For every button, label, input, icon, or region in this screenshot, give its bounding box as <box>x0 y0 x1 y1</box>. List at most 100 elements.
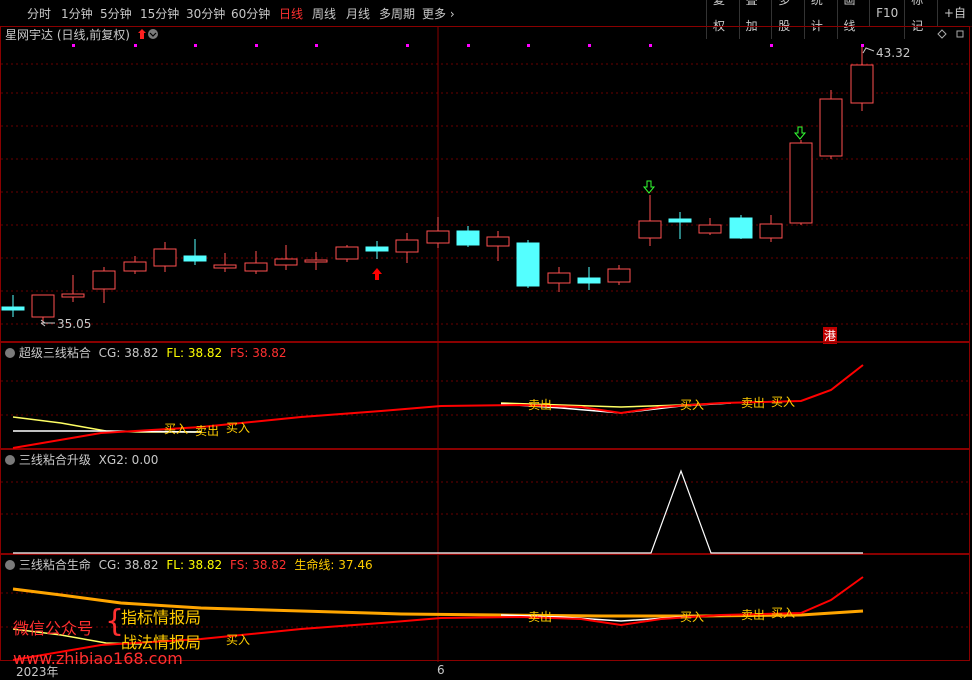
period-toolbar: 分时 1分钟 5分钟 15分钟 30分钟 60分钟 日线 周线 月线 多周期 更… <box>0 0 972 39</box>
pane1-name: 超级三线粘合 <box>18 346 91 360</box>
f10-button[interactable]: F10 <box>869 0 904 26</box>
signal-dot <box>406 44 409 47</box>
period-tab-weekly[interactable]: 周线 <box>312 5 336 22</box>
pane2-name: 三线粘合升级 <box>18 453 91 467</box>
pane1-header: 超级三线粘合 CG: 38.82 FL: 38.82 FS: 38.82 <box>5 344 287 361</box>
high-marker <box>862 47 875 54</box>
candle-body <box>183 255 207 262</box>
candle-body <box>819 98 843 157</box>
maximize-icon[interactable] <box>956 30 964 38</box>
chevron-down-icon[interactable] <box>5 348 15 358</box>
candle-body <box>850 64 874 104</box>
signal-dot <box>861 44 864 47</box>
signal-buy: 买入 <box>680 610 705 624</box>
chevron-down-icon[interactable] <box>5 560 15 570</box>
axis-month-label: 6 <box>437 663 445 677</box>
candle-body <box>304 259 328 263</box>
candle-body <box>789 142 813 224</box>
pane3-fl: FL: 38.82 <box>166 558 223 572</box>
pane3-name: 三线粘合生命 <box>18 558 91 572</box>
down-arrow-icon <box>793 126 807 140</box>
signal-dot <box>467 44 470 47</box>
kline-pane[interactable]: 星网宇达 (日线,前复权) 43.32 35.05 港 <box>0 26 971 344</box>
signal-sell: 卖出 <box>195 424 220 438</box>
candle-body <box>213 264 237 269</box>
chevron-down-icon[interactable] <box>5 455 15 465</box>
pane1-cg: CG: 38.82 <box>98 346 159 360</box>
candle-body <box>61 293 85 298</box>
signal-sell: 卖出 <box>741 396 766 410</box>
pane1-fs: FS: 38.82 <box>230 346 287 360</box>
diamond-icon[interactable] <box>937 29 947 39</box>
up-arrow-icon <box>372 268 382 280</box>
pane3-header: 三线粘合生命 CG: 38.82 FL: 38.82 FS: 38.82 生命线… <box>5 556 373 573</box>
signal-buy: 买入 <box>226 421 251 435</box>
pane2-xg2: XG2: 0.00 <box>98 453 159 467</box>
candle-body <box>516 242 540 287</box>
high-price-label: 43.32 <box>876 46 911 60</box>
signal-sell: 卖出 <box>528 610 553 624</box>
signal-dot <box>770 44 773 47</box>
candle-body <box>365 246 389 252</box>
candle-body <box>729 217 753 239</box>
period-tab-15min[interactable]: 15分钟 <box>140 5 179 22</box>
period-tab-intraday[interactable]: 分时 <box>27 5 51 22</box>
candle-body <box>123 261 147 272</box>
candle-body <box>92 270 116 290</box>
low-price-label: 35.05 <box>57 317 92 331</box>
signal-dot <box>527 44 530 47</box>
period-tab-monthly[interactable]: 月线 <box>346 5 370 22</box>
candle-body <box>607 268 631 283</box>
signal-dot <box>649 44 652 47</box>
signal-dot <box>72 44 75 47</box>
axis-year-label: 2023年 <box>16 665 59 679</box>
candle-body <box>426 230 450 244</box>
period-tab-1min[interactable]: 1分钟 <box>61 5 93 22</box>
watermark-line1: 指标情报局 <box>121 608 202 627</box>
period-tab-daily[interactable]: 日线 <box>279 5 303 22</box>
watermark-wechat: 微信公众号 <box>13 619 94 638</box>
candle-body <box>1 306 25 311</box>
signal-dots <box>72 44 864 47</box>
stock-title: 星网宇达 (日线,前复权) <box>5 28 130 42</box>
add-watchlist-button[interactable]: +自 <box>936 0 972 26</box>
pane3-cg: CG: 38.82 <box>98 558 159 572</box>
indicator-pane-upgrade[interactable]: 三线粘合升级 XG2: 0.00 <box>0 449 971 555</box>
period-tab-30min[interactable]: 30分钟 <box>186 5 225 22</box>
up-arrow-icon <box>138 29 146 39</box>
candle-body <box>153 248 177 267</box>
signal-buy: 买入 <box>771 395 796 409</box>
period-tab-more[interactable]: 更多 › <box>422 5 455 22</box>
candle-body <box>547 272 571 284</box>
signal-dot <box>315 44 318 47</box>
candle-body <box>698 224 722 234</box>
candle-body <box>486 236 510 247</box>
candle-body <box>456 230 480 246</box>
pane1-fl: FL: 38.82 <box>166 346 223 360</box>
signal-buy: 买入 <box>771 606 796 620</box>
indicator-pane-superglue[interactable]: 超级三线粘合 CG: 38.82 FL: 38.82 FS: 38.82 买入 … <box>0 342 971 450</box>
candle-body <box>759 223 783 239</box>
down-arrow-icon <box>642 180 656 194</box>
pane2-header: 三线粘合升级 XG2: 0.00 <box>5 451 158 468</box>
signal-dot <box>588 44 591 47</box>
period-tab-60min[interactable]: 60分钟 <box>231 5 270 22</box>
candle-body <box>668 218 692 223</box>
signal-dot <box>255 44 258 47</box>
candle-body <box>395 239 419 253</box>
signal-sell: 卖出 <box>741 608 766 622</box>
signal-buy: 买入 <box>226 633 251 647</box>
signal-sell: 卖出 <box>528 398 553 412</box>
chevron-down-icon[interactable] <box>148 29 158 39</box>
candle-body <box>335 246 359 260</box>
signal-buy: 买入 <box>164 422 189 436</box>
kline-chart <box>1 27 971 343</box>
time-axis: 2023年 6 <box>0 661 970 679</box>
signal-buy: 买入 <box>680 398 705 412</box>
indicator-pane-life[interactable]: 三线粘合生命 CG: 38.82 FL: 38.82 FS: 38.82 生命线… <box>0 554 971 668</box>
period-tab-5min[interactable]: 5分钟 <box>100 5 132 22</box>
pane3-lifeline: 生命线: 37.46 <box>294 558 373 572</box>
period-tab-multi[interactable]: 多周期 <box>379 5 415 22</box>
pane3-fs: FS: 38.82 <box>230 558 287 572</box>
signal-dot <box>194 44 197 47</box>
